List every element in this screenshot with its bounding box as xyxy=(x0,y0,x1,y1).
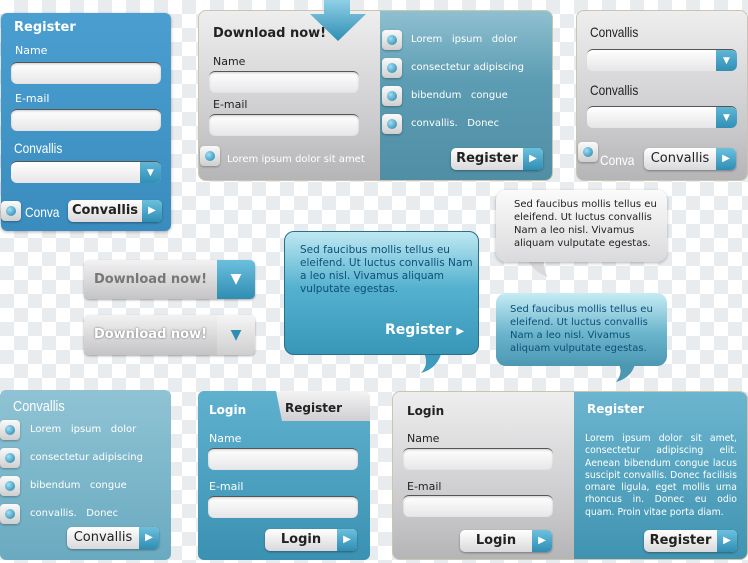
card-title: Convallis xyxy=(13,398,65,415)
teal-speech-bubble: Sed faucibus mollis tellus eu eleifend. … xyxy=(496,293,667,366)
play-arrow-icon: ▶ xyxy=(337,529,357,551)
register-text: Lorem ipsum dolor sit amet, consectetur … xyxy=(585,433,737,518)
chevron-down-icon: ▼ xyxy=(716,107,737,128)
name-label: Name xyxy=(15,44,48,57)
tab-register[interactable]: Register xyxy=(276,391,370,421)
checkbox-label: Lorem ipsum dolor sit amet xyxy=(227,154,365,165)
option-label: Lorem ipsum dolor xyxy=(30,424,137,435)
email-label: E-mail xyxy=(407,480,442,493)
option-label: consectetur adipiscing xyxy=(411,62,524,73)
select-label: Convallis xyxy=(590,82,639,98)
down-arrow-icon xyxy=(310,0,366,41)
email-label: E-mail xyxy=(209,480,244,493)
email-label: E-mail xyxy=(213,98,248,111)
tab-label: Register xyxy=(285,401,343,415)
option-label: convallis. Donec xyxy=(30,508,119,519)
name-label: Name xyxy=(209,432,242,445)
convallis-select[interactable]: ▼ xyxy=(11,161,161,183)
radio-button[interactable] xyxy=(1,201,21,221)
option-label: consectetur adipiscing xyxy=(30,452,143,463)
login-button[interactable]: Login ▶ xyxy=(265,529,357,551)
button-label: Register xyxy=(649,533,712,548)
option-radio[interactable] xyxy=(382,58,402,78)
button-label: Register xyxy=(456,151,518,166)
radio-button[interactable] xyxy=(578,142,598,162)
option-radio[interactable] xyxy=(382,30,402,50)
bubble-text: Sed faucibus mollis tellus eu eleifend. … xyxy=(300,244,473,295)
gray-speech-bubble: Sed faucibus mollis tellus eu eleifend. … xyxy=(496,190,667,262)
blue-speech-bubble: Sed faucibus mollis tellus eu eleifend. … xyxy=(284,231,479,355)
download-button[interactable]: Download now! ▼ xyxy=(84,260,255,299)
button-label: Convallis xyxy=(71,203,139,218)
convallis-select[interactable]: ▼ xyxy=(587,106,737,128)
link-label: Register xyxy=(385,322,452,338)
play-arrow-icon: ▶ xyxy=(717,530,737,552)
register-title: Register xyxy=(587,402,645,416)
name-input[interactable] xyxy=(208,448,358,470)
select-card: Convallis ▼ Convallis ▼ Conva Convallis ▶ xyxy=(576,10,748,181)
convallis-button[interactable]: Convallis ▶ xyxy=(67,527,159,549)
name-input[interactable] xyxy=(11,62,161,84)
button-label: Download now! xyxy=(93,327,208,342)
login-button[interactable]: Login ▶ xyxy=(460,530,552,552)
chevron-down-icon: ▼ xyxy=(716,50,737,71)
chevron-down-icon: ▼ xyxy=(217,315,255,355)
name-input[interactable] xyxy=(209,71,359,93)
register-button[interactable]: Register ▶ xyxy=(451,148,543,170)
play-arrow-icon: ▶ xyxy=(523,148,543,170)
convallis-button[interactable]: Convallis ▶ xyxy=(644,148,736,170)
login-register-card: Login Name E-mail Login ▶ Register Lorem … xyxy=(392,391,748,560)
button-label: Login xyxy=(280,532,322,547)
option-label: convallis. Donec xyxy=(411,118,500,129)
option-label: bibendum congue xyxy=(411,90,508,101)
radio-label: Conva xyxy=(600,152,635,168)
name-label: Name xyxy=(213,55,246,68)
button-label: Convallis xyxy=(650,151,710,166)
select-label: Convallis xyxy=(14,140,63,156)
convallis-select[interactable]: ▼ xyxy=(587,49,737,71)
download-card: Download now! Name E-mail Lorem ipsum do… xyxy=(198,10,553,181)
bubble-text: Sed faucibus mollis tellus eu eleifend. … xyxy=(514,199,657,249)
email-input[interactable] xyxy=(209,114,359,136)
register-card: Register Name E-mail Convallis ▼ Conva C… xyxy=(1,13,171,231)
option-label: Lorem ipsum dolor xyxy=(411,34,518,45)
option-radio[interactable] xyxy=(382,114,402,134)
login-title: Login xyxy=(407,404,445,418)
list-card: Convallis Lorem ipsum dolor consectetur … xyxy=(0,390,171,560)
play-arrow-icon: ▶ xyxy=(716,148,736,170)
option-radio[interactable] xyxy=(0,476,20,496)
option-radio[interactable] xyxy=(382,86,402,106)
option-label: bibendum congue xyxy=(30,480,127,491)
checkbox[interactable] xyxy=(200,146,220,166)
option-radio[interactable] xyxy=(0,448,20,468)
register-link[interactable]: Register ▶ xyxy=(385,322,464,338)
play-arrow-icon: ▶ xyxy=(142,200,162,222)
chevron-down-icon: ▼ xyxy=(217,260,255,299)
download-button[interactable]: Download now! ▼ xyxy=(84,315,255,355)
radio-label: Conva xyxy=(25,204,60,220)
email-input[interactable] xyxy=(403,495,553,517)
email-input[interactable] xyxy=(208,496,358,518)
button-label: Login xyxy=(475,533,517,548)
email-input[interactable] xyxy=(11,109,161,131)
option-radio[interactable] xyxy=(0,420,20,440)
card-title: Register xyxy=(14,20,76,35)
play-arrow-icon: ▶ xyxy=(139,527,159,549)
play-arrow-icon: ▶ xyxy=(456,326,465,337)
play-arrow-icon: ▶ xyxy=(532,530,552,552)
select-label: Convallis xyxy=(590,24,639,40)
name-label: Name xyxy=(407,432,440,445)
tab-login-card: Register Login Name E-mail Login ▶ xyxy=(198,391,370,560)
convallis-button[interactable]: Convallis ▶ xyxy=(68,200,162,222)
email-label: E-mail xyxy=(15,92,50,105)
option-radio[interactable] xyxy=(0,504,20,524)
bubble-text: Sed faucibus mollis tellus eu eleifend. … xyxy=(510,304,653,354)
button-label: Convallis xyxy=(73,530,133,545)
tab-login[interactable]: Login xyxy=(209,403,246,417)
name-input[interactable] xyxy=(403,448,553,470)
button-label: Download now! xyxy=(93,272,208,287)
chevron-down-icon: ▼ xyxy=(140,162,161,183)
register-button[interactable]: Register ▶ xyxy=(644,530,737,552)
